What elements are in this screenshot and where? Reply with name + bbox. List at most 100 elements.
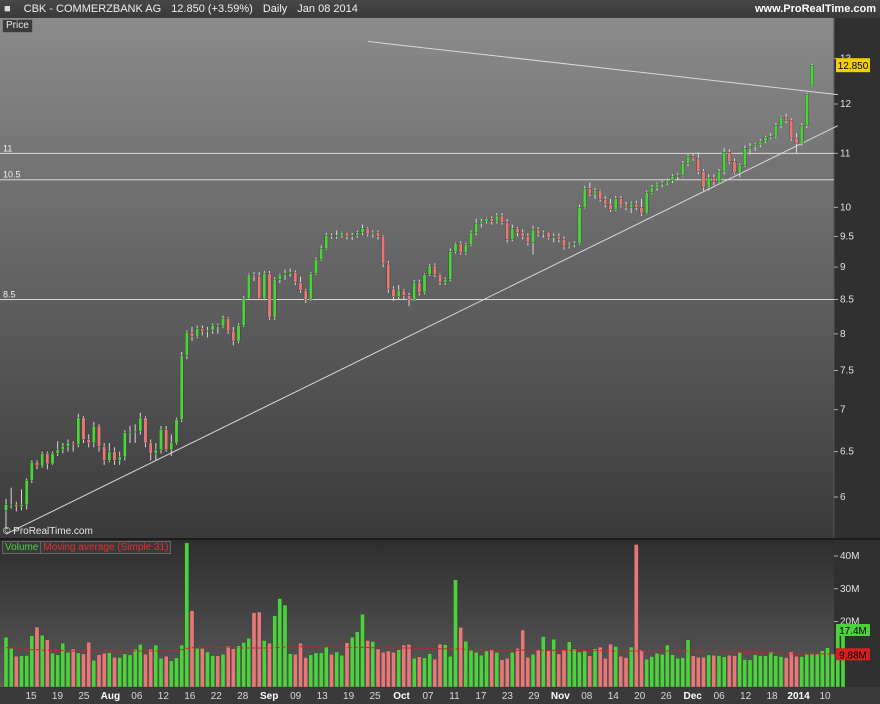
candle xyxy=(365,228,370,235)
volume-bar xyxy=(65,652,71,688)
candle xyxy=(102,446,106,461)
volume-bar xyxy=(417,656,422,688)
candle xyxy=(655,183,659,188)
price-panel-label[interactable]: Price xyxy=(2,19,33,33)
candle xyxy=(536,229,540,235)
volume-bar xyxy=(737,652,742,688)
x-tick-label: 15 xyxy=(25,691,37,702)
candle xyxy=(345,232,349,237)
volume-bar xyxy=(308,654,313,688)
volume-bar xyxy=(329,654,334,688)
candle xyxy=(562,239,566,247)
candle xyxy=(489,218,494,222)
volume-bar xyxy=(246,638,251,688)
candle xyxy=(381,236,385,265)
volume-bar xyxy=(334,651,339,688)
volume-bar xyxy=(453,579,458,688)
candle xyxy=(650,187,654,193)
volume-bar xyxy=(293,654,298,688)
volume-bar xyxy=(463,641,468,688)
candle xyxy=(608,204,613,210)
candle xyxy=(61,446,65,451)
x-tick-label: 19 xyxy=(343,691,355,702)
volume-bar xyxy=(613,646,618,688)
volume-bar xyxy=(127,654,133,688)
volume-bar xyxy=(122,653,127,688)
x-tick-label: 2014 xyxy=(787,691,810,702)
volume-bar xyxy=(288,653,293,688)
x-tick-label: 10 xyxy=(819,691,831,702)
volume-bar xyxy=(148,648,153,688)
candle xyxy=(557,236,561,240)
candle xyxy=(143,417,148,444)
volume-bar xyxy=(50,653,55,688)
candle xyxy=(66,442,70,447)
candle xyxy=(660,182,664,185)
candle xyxy=(407,295,411,300)
x-tick-label: 09 xyxy=(290,691,302,702)
volume-bar xyxy=(727,655,732,688)
volume-bar xyxy=(14,656,19,688)
candle xyxy=(340,232,344,236)
volume-bar xyxy=(623,657,629,688)
volume-bar xyxy=(474,652,479,688)
volume-bar xyxy=(143,654,148,688)
volume-bar xyxy=(133,649,138,688)
x-tick-label: Sep xyxy=(260,691,278,702)
volume-bar xyxy=(830,653,835,688)
candle xyxy=(112,451,117,461)
x-tick-label: 26 xyxy=(661,691,673,702)
volume-bar xyxy=(319,652,324,688)
ma-legend-label[interactable]: Moving average (Simple 31) xyxy=(40,541,172,554)
volume-bar xyxy=(406,644,412,688)
volume-legend-label[interactable]: Volume xyxy=(2,541,42,554)
candle xyxy=(221,318,225,327)
volume-bar xyxy=(360,614,365,688)
x-tick-label: 22 xyxy=(211,691,223,702)
volume-bar xyxy=(40,635,45,688)
volume-bar xyxy=(339,655,344,688)
volume-bar xyxy=(107,652,112,688)
candle xyxy=(386,263,391,290)
volume-bar xyxy=(551,639,556,688)
candle xyxy=(758,140,763,145)
candle xyxy=(598,190,602,200)
candle xyxy=(210,325,215,331)
candle xyxy=(427,265,432,275)
candle xyxy=(469,232,473,246)
volume-bar xyxy=(24,655,29,688)
volume-bar xyxy=(277,598,282,688)
volume-bar xyxy=(86,641,91,688)
volume-bar xyxy=(91,659,96,688)
volume-bar xyxy=(215,655,220,688)
x-tick-label: 16 xyxy=(184,691,196,702)
volume-bar xyxy=(29,635,34,688)
candle xyxy=(107,451,112,461)
volume-bar xyxy=(282,604,288,688)
candle xyxy=(267,273,272,318)
volume-bar xyxy=(794,656,799,688)
volume-bar xyxy=(639,649,644,688)
candle xyxy=(298,282,303,291)
candle xyxy=(675,175,680,177)
candle xyxy=(515,228,520,234)
candle xyxy=(520,232,525,237)
candle xyxy=(329,235,334,237)
x-tick-label: 06 xyxy=(131,691,143,702)
candle xyxy=(593,190,597,195)
candle xyxy=(303,290,308,300)
candle xyxy=(810,65,814,86)
y-tick-label: 6 xyxy=(840,492,846,503)
volume-bar xyxy=(412,658,417,688)
candle xyxy=(247,274,251,299)
candle xyxy=(71,442,75,445)
candle xyxy=(665,180,670,184)
candle xyxy=(639,207,644,214)
volume-bar xyxy=(220,654,226,688)
volume-bar xyxy=(241,642,246,688)
volume-bar xyxy=(484,650,489,688)
candle xyxy=(86,439,91,444)
y-tick-label: 8 xyxy=(840,329,846,340)
volume-bar xyxy=(546,650,551,688)
candle xyxy=(148,442,153,454)
